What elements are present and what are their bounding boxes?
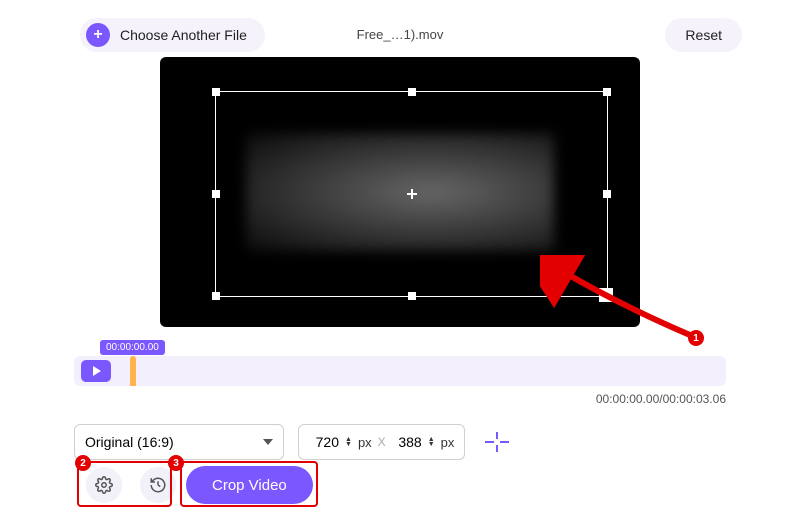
crop-handle-nw[interactable] xyxy=(212,88,220,96)
choose-file-button[interactable]: + Choose Another File xyxy=(80,18,265,52)
video-preview[interactable] xyxy=(160,57,640,327)
plus-icon: + xyxy=(86,23,110,47)
crop-handle-se[interactable] xyxy=(599,288,613,302)
crop-handle-n[interactable] xyxy=(408,88,416,96)
crop-center-icon xyxy=(407,189,417,199)
reset-label: Reset xyxy=(685,27,722,43)
annotation-badge-2: 2 xyxy=(75,455,91,471)
crop-handle-ne[interactable] xyxy=(603,88,611,96)
aspect-ratio-value: Original (16:9) xyxy=(85,434,174,450)
annotation-box-2 xyxy=(77,461,172,507)
center-crop-icon xyxy=(485,432,509,452)
height-value[interactable]: 388 xyxy=(392,434,422,450)
center-crop-button[interactable] xyxy=(479,429,515,456)
height-stepper[interactable]: ▲▼ xyxy=(428,437,435,447)
reset-button[interactable]: Reset xyxy=(665,18,742,52)
annotation-badge-1: 1 xyxy=(688,330,704,346)
annotation-badge-3: 3 xyxy=(168,455,184,471)
dimension-separator: X xyxy=(378,435,386,449)
width-value[interactable]: 720 xyxy=(309,434,339,450)
dimensions-box: 720 ▲▼ px X 388 ▲▼ px xyxy=(298,424,465,460)
width-stepper[interactable]: ▲▼ xyxy=(345,437,352,447)
time-current: 00:00:00.00 xyxy=(596,392,659,406)
time-duration: 00:00:03.06 xyxy=(663,392,726,406)
crop-rectangle[interactable] xyxy=(215,91,608,297)
crop-handle-w[interactable] xyxy=(212,190,220,198)
chevron-down-icon xyxy=(263,439,273,445)
crop-handle-e[interactable] xyxy=(603,190,611,198)
timeline-track[interactable] xyxy=(74,356,726,386)
width-unit: px xyxy=(358,435,372,450)
crop-handle-s[interactable] xyxy=(408,292,416,300)
play-button[interactable] xyxy=(81,360,111,382)
play-icon xyxy=(93,366,101,376)
height-unit: px xyxy=(441,435,455,450)
playhead-time-badge: 00:00:00.00 xyxy=(100,340,165,355)
choose-file-label: Choose Another File xyxy=(120,27,247,43)
crop-handle-sw[interactable] xyxy=(212,292,220,300)
time-display: 00:00:00.00/00:00:03.06 xyxy=(596,392,726,406)
playhead-handle[interactable] xyxy=(130,356,136,386)
annotation-box-3 xyxy=(180,461,318,507)
